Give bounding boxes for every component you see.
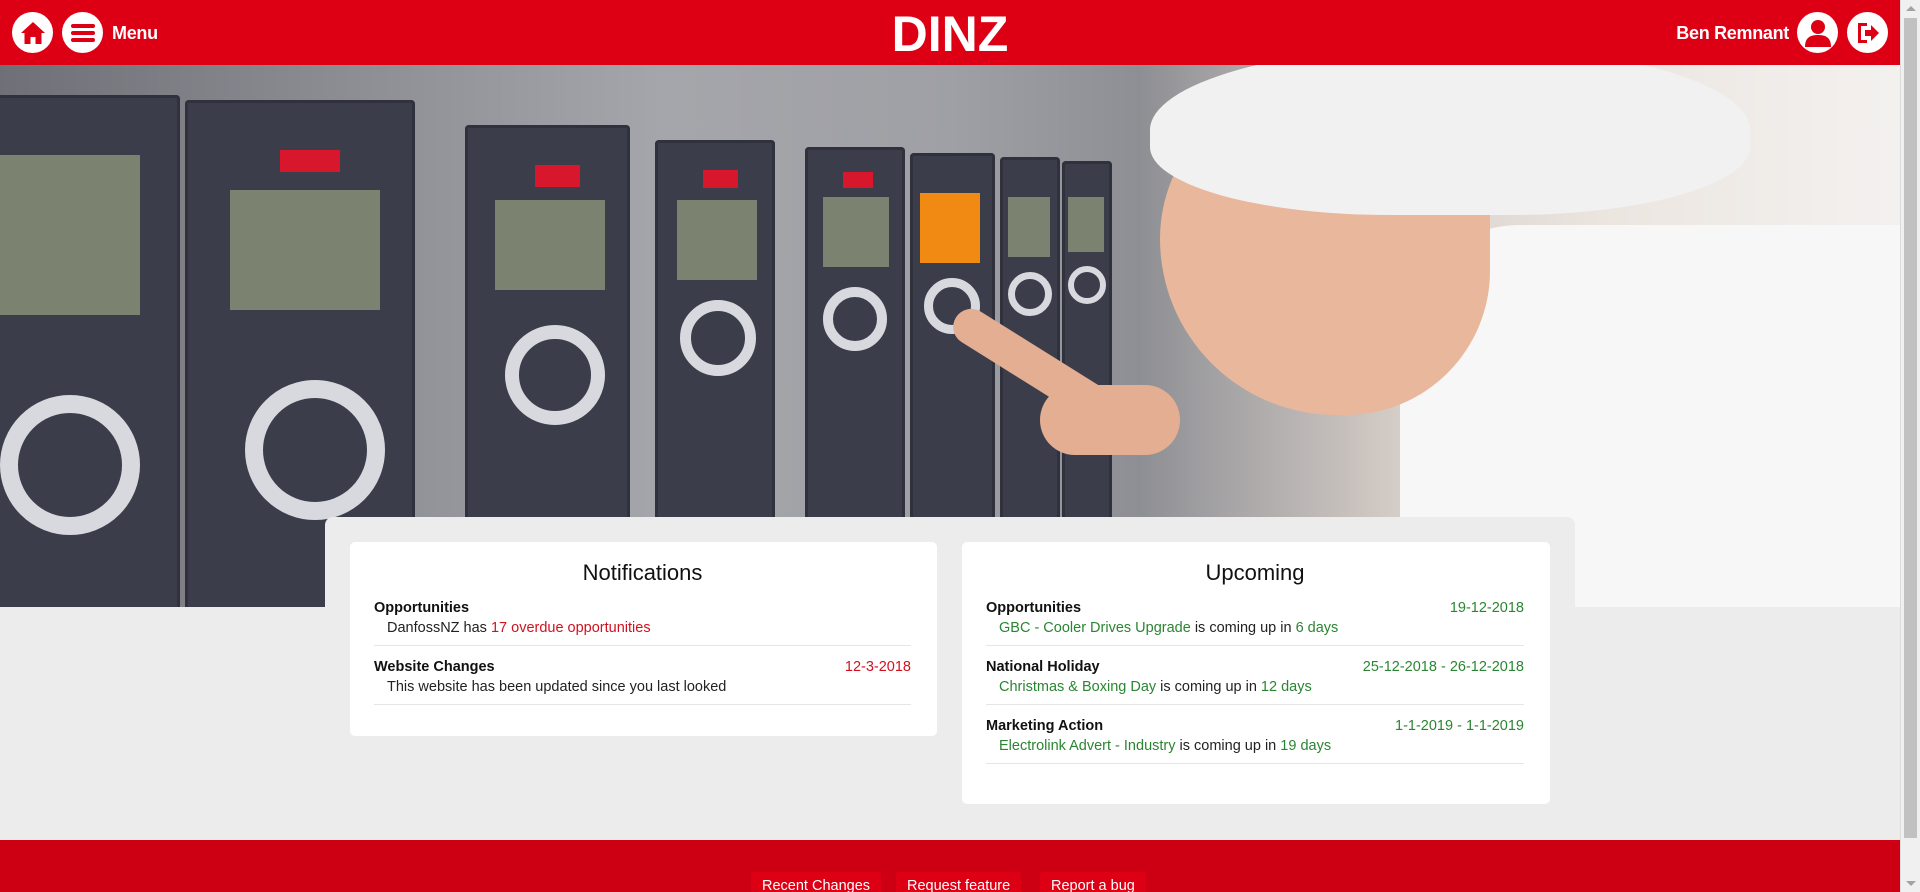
upcoming-item-date: 1-1-2019 - 1-1-2019 (1395, 718, 1524, 734)
upcoming-item-title: Opportunities (986, 600, 1082, 616)
upcoming-item-link[interactable]: Christmas & Boxing Day (999, 679, 1156, 695)
notifications-title: Notifications (582, 560, 703, 585)
notifications-card: Notifications Opportunities DanfossNZ ha… (350, 542, 937, 736)
upcoming-title: Upcoming (1205, 560, 1305, 585)
upcoming-item-days: 19 days (1280, 738, 1332, 754)
upcoming-item-days: 6 days (1295, 620, 1339, 636)
page-scrollbar[interactable] (1900, 0, 1920, 892)
footer-bar: Recent Changes Request feature Report a … (0, 840, 1900, 892)
notification-item-title: Opportunities (374, 600, 470, 616)
notification-item-title: Website Changes (374, 659, 495, 675)
recent-changes-button[interactable]: Recent Changes (751, 872, 882, 892)
scroll-down-arrow-icon[interactable] (1906, 881, 1916, 886)
upcoming-item-link[interactable]: GBC - Cooler Drives Upgrade (999, 620, 1191, 636)
upcoming-item-text: is coming up in (1190, 620, 1296, 636)
upcoming-item: National Holiday 25-12-2018 - 26-12-2018… (986, 659, 1524, 705)
upcoming-item-date: 19-12-2018 (1449, 600, 1524, 616)
sign-out-icon (1857, 22, 1879, 43)
request-feature-button[interactable]: Request feature (896, 872, 1022, 892)
brand-title: DINZ (891, 6, 1009, 62)
upcoming-item-days: 12 days (1260, 679, 1312, 695)
notification-item-body: This website has been updated since you … (387, 679, 727, 695)
upcoming-item: Marketing Action 1-1-2019 - 1-1-2019 Ele… (986, 718, 1524, 764)
user-name[interactable]: Ben Remnant (1676, 23, 1789, 44)
user-account-button[interactable] (1797, 12, 1838, 53)
upcoming-item-link[interactable]: Electrolink Advert - Industry (999, 738, 1176, 754)
report-bug-button[interactable]: Report a bug (1040, 872, 1146, 892)
upcoming-item-body: GBC - Cooler Drives Upgrade is coming up… (986, 620, 1524, 636)
notification-item: Opportunities DanfossNZ has 17 overdue o… (374, 600, 911, 646)
upcoming-item-body: Christmas & Boxing Day is coming up in 1… (986, 679, 1524, 695)
upcoming-item-text: is coming up in (1156, 679, 1261, 695)
logout-button[interactable] (1847, 12, 1888, 53)
upcoming-item-body: Electrolink Advert - Industry is coming … (986, 738, 1524, 754)
notification-item-body: DanfossNZ has 17 overdue opportunities (374, 620, 911, 636)
overdue-opportunities-link[interactable]: 17 overdue opportunities (491, 620, 651, 636)
upcoming-item: Opportunities 19-12-2018 GBC - Cooler Dr… (986, 600, 1524, 646)
scroll-up-arrow-icon[interactable] (1906, 6, 1916, 11)
top-nav-bar: Menu DINZ Ben Remnant (0, 0, 1900, 65)
upcoming-item-text: is coming up in (1175, 738, 1281, 754)
upcoming-card: Upcoming Opportunities 19-12-2018 GBC - … (962, 542, 1550, 804)
upcoming-item-date: 25-12-2018 - 26-12-2018 (1362, 659, 1524, 675)
user-account-icon (1804, 19, 1831, 47)
scroll-thumb[interactable] (1904, 18, 1917, 838)
notification-body-text: DanfossNZ has (387, 620, 491, 636)
notification-item: Website Changes 12-3-2018 This website h… (374, 659, 911, 705)
notification-item-date: 12-3-2018 (844, 659, 911, 675)
